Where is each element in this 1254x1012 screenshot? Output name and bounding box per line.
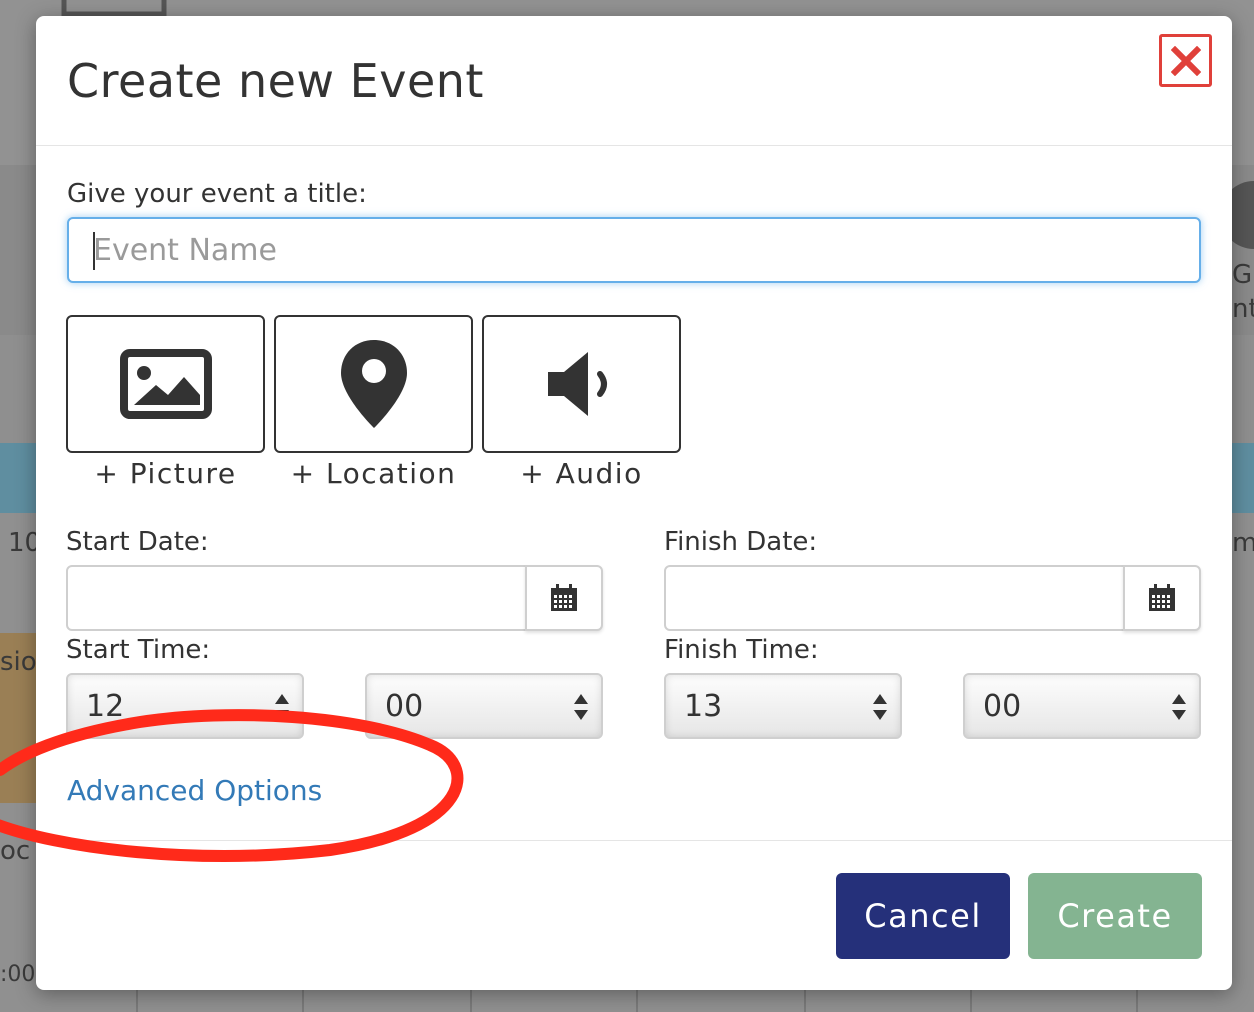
add-picture-button[interactable] <box>66 315 265 453</box>
finish-time-label: Finish Time: <box>664 635 819 665</box>
location-pin-icon <box>340 340 407 428</box>
finish-minute-select[interactable]: 00 <box>963 673 1201 739</box>
footer-divider <box>36 840 1232 841</box>
close-button[interactable] <box>1159 34 1212 87</box>
finish-date-label: Finish Date: <box>664 527 818 557</box>
finish-date-calendar-button[interactable] <box>1123 565 1201 631</box>
start-time-label: Start Time: <box>66 635 211 665</box>
select-arrows-icon <box>873 694 887 720</box>
select-arrows-icon <box>574 694 588 720</box>
add-audio-label: + Audio <box>520 457 643 490</box>
background-text: Gr <box>1232 260 1254 290</box>
finish-date-input[interactable] <box>664 565 1125 631</box>
add-location-button[interactable] <box>274 315 473 453</box>
calendar-icon <box>1149 584 1175 611</box>
add-audio-button[interactable] <box>482 315 681 453</box>
background-text: oc <box>0 836 31 866</box>
finish-hour-value: 13 <box>684 688 723 724</box>
finish-minute-value: 00 <box>983 688 1022 724</box>
start-minute-select[interactable]: 00 <box>365 673 603 739</box>
add-location-label: + Location <box>290 457 457 490</box>
start-date-input[interactable] <box>66 565 527 631</box>
modal-title: Create new Event <box>67 54 484 108</box>
background-text: sio <box>0 647 37 677</box>
create-button[interactable]: Create <box>1028 873 1202 959</box>
advanced-options-link[interactable]: Advanced Options <box>67 774 322 807</box>
add-picture-label: + Picture <box>94 457 237 490</box>
event-name-input[interactable] <box>67 217 1201 283</box>
background-gridline <box>1136 990 1138 1012</box>
select-arrows-icon <box>1172 694 1186 720</box>
background-gridline <box>636 990 638 1012</box>
background-text: m <box>1232 528 1254 558</box>
background-gridline <box>136 990 138 1012</box>
audio-speaker-icon <box>547 352 607 416</box>
start-hour-select[interactable]: 12 <box>66 673 304 739</box>
background-gridline <box>970 990 972 1012</box>
picture-icon <box>119 349 212 419</box>
background-text: :00 <box>0 962 36 987</box>
start-date-calendar-button[interactable] <box>525 565 603 631</box>
event-title-label: Give your event a title: <box>67 179 367 209</box>
cancel-button[interactable]: Cancel <box>836 873 1010 959</box>
start-minute-value: 00 <box>385 688 424 724</box>
text-caret <box>93 232 95 270</box>
background-text: nt <box>1232 294 1254 324</box>
calendar-icon <box>551 584 577 611</box>
finish-hour-select[interactable]: 13 <box>664 673 902 739</box>
select-arrows-icon <box>275 694 289 720</box>
start-hour-value: 12 <box>86 688 125 724</box>
close-x-icon <box>1170 45 1201 76</box>
background-gridline <box>470 990 472 1012</box>
create-event-modal: Create new Event Give your event a title… <box>36 16 1232 990</box>
modal-header: Create new Event <box>36 16 1232 146</box>
background-gridline <box>302 990 304 1012</box>
background-gridline <box>804 990 806 1012</box>
start-date-label: Start Date: <box>66 527 209 557</box>
